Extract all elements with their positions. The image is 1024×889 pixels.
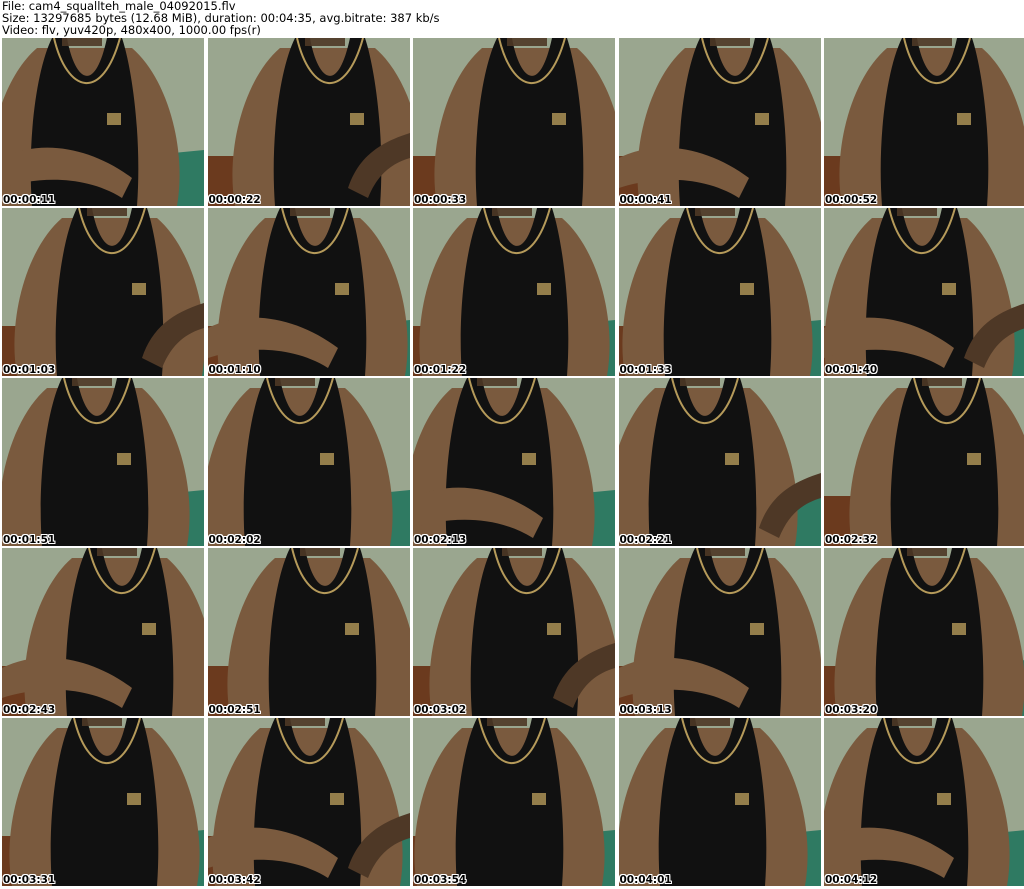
frame-image	[2, 38, 204, 206]
frame-image	[824, 718, 1024, 886]
frame-image	[2, 378, 204, 546]
frame-image	[618, 548, 821, 716]
frame-image	[207, 38, 410, 206]
thumbnail-timestamp: 00:00:33	[414, 194, 467, 206]
frame-image	[2, 718, 204, 886]
thumbnail-frame: 00:02:43	[2, 548, 204, 716]
frame-image	[413, 548, 615, 716]
thumbnail-timestamp: 00:00:11	[3, 194, 56, 206]
thumbnail-frame: 00:02:13	[413, 378, 615, 546]
thumbnail-timestamp: 00:02:13	[414, 534, 467, 546]
frame-image	[618, 378, 821, 546]
frame-image	[824, 548, 1024, 716]
frame-image	[207, 718, 410, 886]
frame-image	[824, 208, 1024, 376]
thumbnail-timestamp: 00:02:32	[825, 534, 878, 546]
thumbnail-timestamp: 00:02:21	[619, 534, 672, 546]
frame-image	[618, 208, 821, 376]
thumbnail-timestamp: 00:02:51	[208, 704, 261, 716]
thumbnail-frame: 00:03:13	[618, 548, 821, 716]
thumbnail-frame: 00:03:20	[824, 548, 1024, 716]
frame-image	[824, 378, 1024, 546]
thumbnail-frame: 00:01:22	[413, 208, 615, 376]
frame-image	[2, 548, 204, 716]
thumbnail-timestamp: 00:03:20	[825, 704, 878, 716]
thumbnail-frame: 00:01:03	[2, 208, 204, 376]
thumbnail-frame: 00:01:40	[824, 208, 1024, 376]
thumbnail-frame: 00:03:02	[413, 548, 615, 716]
thumbnail-timestamp: 00:04:12	[825, 874, 878, 886]
thumbnail-grid: 00:00:11 00:00:22 00:00:33 00:00:41 00:00:52…	[0, 38, 1024, 889]
thumbnail-timestamp: 00:01:51	[3, 534, 56, 546]
thumbnail-frame: 00:03:54	[413, 718, 615, 886]
thumbnail-frame: 00:02:51	[207, 548, 410, 716]
frame-image	[413, 38, 615, 206]
thumbnail-frame: 00:00:22	[207, 38, 410, 206]
thumbnail-frame: 00:01:33	[618, 208, 821, 376]
thumbnail-timestamp: 00:01:33	[619, 364, 672, 376]
frame-image	[618, 718, 821, 886]
thumbnail-frame: 00:04:12	[824, 718, 1024, 886]
video-line: Video: flv, yuv420p, 480x400, 1000.00 fp…	[2, 23, 261, 37]
frame-image	[207, 208, 410, 376]
thumbnail-frame: 00:00:11	[2, 38, 204, 206]
thumbnail-frame: 00:01:10	[207, 208, 410, 376]
thumbnail-frame: 00:04:01	[618, 718, 821, 886]
frame-image	[413, 378, 615, 546]
thumbnail-frame: 00:02:02	[207, 378, 410, 546]
frame-image	[207, 548, 410, 716]
frame-image	[2, 208, 204, 376]
sheet-header: File: cam4_squallteh_male_04092015.flv S…	[2, 0, 440, 36]
thumbnail-timestamp: 00:03:13	[619, 704, 672, 716]
frame-image	[413, 208, 615, 376]
thumbnail-timestamp: 00:01:22	[414, 364, 467, 376]
frame-image	[824, 38, 1024, 206]
thumbnail-timestamp: 00:01:40	[825, 364, 878, 376]
thumbnail-timestamp: 00:00:52	[825, 194, 878, 206]
thumbnail-timestamp: 00:00:22	[208, 194, 261, 206]
thumbnail-frame: 00:02:21	[618, 378, 821, 546]
thumbnail-frame: 00:01:51	[2, 378, 204, 546]
frame-image	[413, 718, 615, 886]
frame-image	[207, 378, 410, 546]
thumbnail-timestamp: 00:03:02	[414, 704, 467, 716]
thumbnail-timestamp: 00:04:01	[619, 874, 672, 886]
thumbnail-timestamp: 00:02:43	[3, 704, 56, 716]
frame-image	[618, 38, 821, 206]
thumbnail-timestamp: 00:02:02	[208, 534, 261, 546]
thumbnail-timestamp: 00:03:54	[414, 874, 467, 886]
thumbnail-frame: 00:00:52	[824, 38, 1024, 206]
thumbnail-timestamp: 00:03:42	[208, 874, 261, 886]
thumbnail-frame: 00:00:33	[413, 38, 615, 206]
thumbnail-timestamp: 00:03:31	[3, 874, 56, 886]
thumbnail-frame: 00:03:42	[207, 718, 410, 886]
thumbnail-timestamp: 00:01:03	[3, 364, 56, 376]
thumbnail-timestamp: 00:01:10	[208, 364, 261, 376]
thumbnail-frame: 00:00:41	[618, 38, 821, 206]
thumbnail-frame: 00:03:31	[2, 718, 204, 886]
thumbnail-frame: 00:02:32	[824, 378, 1024, 546]
thumbnail-timestamp: 00:00:41	[619, 194, 672, 206]
